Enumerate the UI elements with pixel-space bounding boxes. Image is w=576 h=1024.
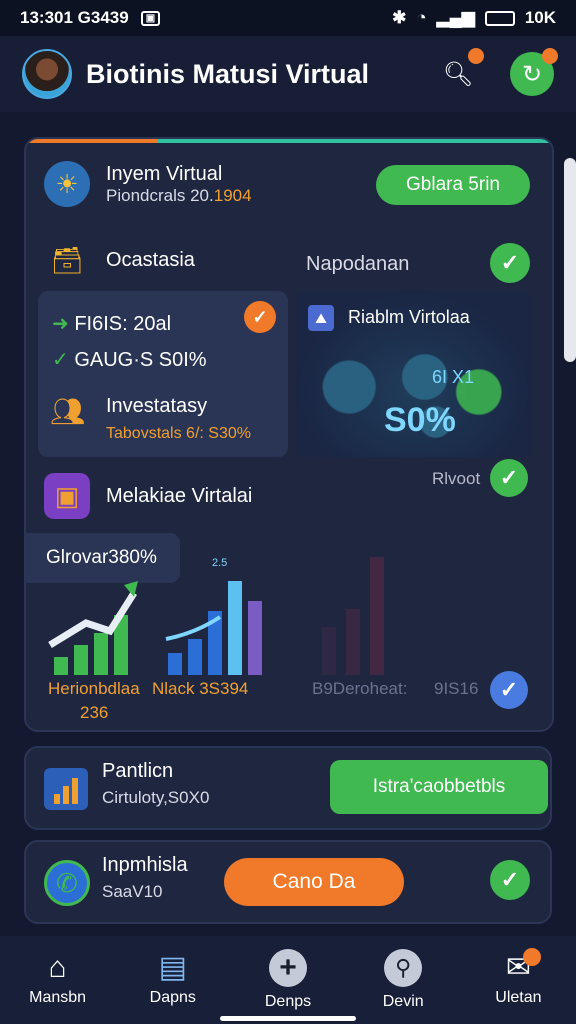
chart-bar (94, 633, 108, 675)
search-icon: 🔍︎ (442, 60, 474, 88)
item-title: Inyem Virtual (106, 162, 223, 185)
home-icon: ⌂ (48, 951, 67, 984)
item-title: Melakiae Virtalai (106, 484, 253, 507)
nav-item-uletan[interactable]: ✉ Uletan (461, 936, 576, 1024)
chart-bar (188, 639, 202, 675)
check-icon[interactable]: ✓ (490, 459, 528, 497)
bluetooth-icon: ✱ (392, 8, 407, 27)
item-right-label: Rlvoot (432, 469, 481, 488)
item-ocastasia[interactable]: 🗃 Ocastasia (44, 237, 195, 283)
chart-bar (74, 645, 88, 675)
item-subtitle: Piondcrals 20.1904 (106, 185, 252, 205)
check-small-icon: ✓ (52, 349, 69, 371)
chart-caption-left: Herionbdlaa (48, 679, 140, 698)
signal-icon: ▂▄▆ (436, 8, 475, 27)
gallery-icon: ▣ (44, 473, 90, 519)
nav-item-denps[interactable]: + Denps (230, 936, 345, 1024)
check-icon[interactable]: ✓ (244, 301, 276, 333)
stat-line: ✓ GAUG·S S0I% (52, 349, 207, 371)
pantlicn-card: Pantlicn Cirtuloty,S0X0 Istra'caobbetbls (24, 746, 552, 830)
battery-text: 10K (524, 8, 556, 27)
status-bar: 13:301 G3439 ▣ ✱ ◔ ▂▄▆ 10K (0, 0, 576, 36)
treasure-icon: 🗃 (50, 244, 84, 275)
nav-label: Denps (264, 993, 312, 1010)
invest-sub: Tabovstals 6/: S30% (106, 425, 251, 442)
nav-label: Mansbn (29, 989, 87, 1006)
document-icon: ▤ (158, 951, 187, 984)
card-title: Inpmhisla (102, 854, 188, 876)
stats-panel: ➜ FI6IS: 20al ✓ GAUG·S S0I% 👥︎ Investata… (38, 291, 288, 457)
chart-value-left: 236 (80, 703, 109, 722)
page-title: Biotinis Matusi Virtual (86, 58, 370, 89)
map-small-value: 6I X1 (432, 367, 475, 387)
notification-badge (522, 948, 541, 966)
nav-label: Dapns (149, 989, 196, 1006)
chart-bar (370, 557, 384, 675)
map-value: S0% (384, 401, 456, 439)
chart-bar (54, 657, 68, 675)
refresh-icon: ↻ (521, 60, 543, 88)
bar-chart-icon (44, 768, 88, 810)
arrow-icon: ➜ (52, 313, 69, 335)
gblara-button[interactable]: Gblara 5rin (376, 165, 530, 205)
item-title: Ocastasia (106, 248, 195, 271)
inpmhisla-card: ✆ Inpmhisla SaaV10 Cano Da ✓ (24, 840, 552, 924)
chart-value-right: 9IS16 (434, 679, 479, 698)
whatsapp-icon: ✆ (44, 860, 90, 906)
check-icon[interactable]: ✓ (490, 243, 530, 283)
stat-line: ➜ FI6IS: 20al (52, 313, 172, 335)
chart-bar (168, 653, 182, 675)
wifi-icon: ◔ (416, 8, 427, 27)
avatar[interactable] (22, 49, 72, 99)
chart-bar (248, 601, 262, 675)
search-button[interactable]: 🔍︎ (436, 48, 484, 96)
card-subtitle: Cirtuloty,S0X0 (102, 788, 210, 807)
status-time: 13:301 G3439 (20, 8, 129, 27)
scrollbar[interactable] (564, 158, 576, 362)
notification-badge (468, 48, 484, 64)
check-icon[interactable]: ✓ (490, 671, 528, 709)
nav-label: Uletan (495, 989, 542, 1006)
item-inyem[interactable]: ☀ Inyem Virtual Piondcrals 20.1904 (44, 161, 252, 207)
sun-icon: ☀ (44, 161, 90, 207)
home-indicator (220, 1016, 356, 1021)
refresh-button[interactable]: ↻ (510, 48, 558, 96)
cano-button[interactable]: Cano Da (224, 858, 404, 906)
nav-item-devin[interactable]: ⚲ Devin (346, 936, 461, 1024)
bottom-nav: ⌂ Mansbn ▤ Dapns + Denps ⚲ Devin ✉ Uleta… (0, 936, 576, 1024)
world-map-panel: ⛰ Riablm Virtolaa 6I X1 S0% (296, 291, 532, 457)
chart-mid-top: 2.5 (212, 557, 228, 569)
item-melakiae[interactable]: ▣ Melakiae Virtalai (44, 473, 252, 519)
card-accent-line (26, 139, 552, 143)
map-title: Riablm Virtolaa (348, 307, 470, 327)
notification-badge (542, 48, 558, 64)
add-icon: + (269, 949, 307, 987)
chart-caption-right: B9Deroheat: (312, 679, 408, 698)
card-title: Pantlicn (102, 760, 174, 782)
card-subtitle: SaaV10 (102, 882, 163, 901)
nav-label: Devin (382, 993, 424, 1010)
battery-icon (484, 10, 515, 26)
nav-item-mansbn[interactable]: ⌂ Mansbn (0, 936, 115, 1024)
people-icon: 👥︎ (50, 396, 86, 427)
app-header: Biotinis Matusi Virtual 🔍︎ ↻ (0, 36, 576, 112)
invest-title: Investatasy (106, 395, 208, 417)
search-icon: ⚲ (384, 949, 423, 987)
chart-caption-mid: Nlack 3S394 (152, 679, 249, 698)
growth-chart (48, 557, 384, 675)
check-icon[interactable]: ✓ (490, 860, 530, 900)
notification-icon: ▣ (140, 10, 161, 26)
chart-bar (346, 609, 360, 675)
item-right-label: Napodanan (306, 253, 410, 275)
map-icon: ⛰ (308, 305, 334, 331)
main-card: ☀ Inyem Virtual Piondcrals 20.1904 Gblar… (24, 137, 554, 732)
chart-bar (322, 627, 336, 675)
nav-item-dapns[interactable]: ▤ Dapns (115, 936, 230, 1024)
istra-button[interactable]: Istra'caobbetbls (330, 760, 548, 814)
chart-bar (228, 581, 242, 675)
